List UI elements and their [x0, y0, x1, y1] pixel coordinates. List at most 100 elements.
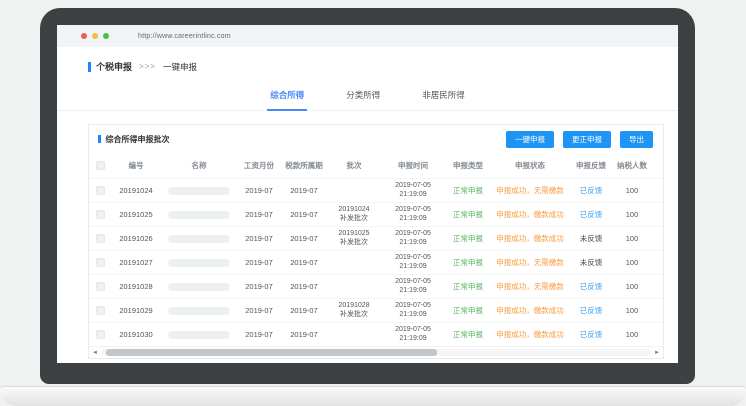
one-click-declare-button[interactable]: 一键申报 — [506, 131, 554, 148]
cell-taxpayers: 100 — [613, 234, 651, 243]
row-checkbox[interactable] — [96, 234, 105, 243]
cell-name — [161, 307, 237, 315]
cell-declare-type: 正常申报 — [445, 258, 491, 267]
table-row: 201910262019-072019-0720191025 补发批次2019-… — [89, 226, 663, 250]
cell-declare-time: 2019-07-05 21:19:09 — [381, 230, 445, 248]
tab-nonresident-income[interactable]: 非居民所得 — [419, 81, 468, 111]
breadcrumb-current: 一键申报 — [163, 61, 197, 73]
page-title: 个税申报 — [96, 60, 132, 73]
cell-clipped: 11 — [651, 234, 663, 243]
tab-classified-income[interactable]: 分类所得 — [343, 81, 383, 111]
cell-declare-time: 2019-07-05 21:19:09 — [381, 206, 445, 224]
table-row: 201910302019-072019-072019-07-05 21:19:0… — [89, 322, 663, 346]
cell-id: 20191029 — [111, 306, 161, 315]
col-header-name: 名称 — [161, 161, 237, 170]
table-header-row: 编号名称工资月份税款所属期批次申报时间申报类型申报状态申报反馈纳税人数 — [89, 153, 663, 178]
cell-salary-month: 2019-07 — [237, 234, 281, 243]
scrollbar-track[interactable] — [101, 349, 651, 356]
name-placeholder — [168, 283, 230, 291]
cell-declare-time: 2019-07-05 21:19:09 — [381, 302, 445, 320]
cell-declare-time: 2019-07-05 21:19:09 — [381, 254, 445, 272]
cell-name — [161, 331, 237, 339]
name-placeholder — [168, 331, 230, 339]
cell-id: 20191026 — [111, 234, 161, 243]
cell-taxpayers: 100 — [613, 330, 651, 339]
cell-clipped: 11 — [651, 258, 663, 267]
cell-taxpayers: 100 — [613, 258, 651, 267]
col-header-declare-status: 申报状态 — [491, 161, 569, 170]
cell-declare-status: 申报成功，缴款成功 — [491, 330, 569, 339]
col-header-batch: 批次 — [327, 161, 381, 170]
table-row: 201910252019-072019-0720191024 补发批次2019-… — [89, 202, 663, 226]
batch-panel: 综合所得申报批次 一键申报更正申报导出 编号名称工资月份税款所属期批次申报时间申… — [88, 124, 664, 359]
row-checkbox[interactable] — [96, 186, 105, 195]
cell-declare-type: 正常申报 — [445, 306, 491, 315]
cell-declare-type: 正常申报 — [445, 186, 491, 195]
table-row: 201910242019-072019-072019-07-05 21:19:0… — [89, 178, 663, 202]
cell-select — [89, 258, 111, 267]
select-all-checkbox[interactable] — [96, 161, 105, 170]
scroll-right-arrow-icon[interactable]: ► — [653, 350, 661, 356]
name-placeholder — [168, 307, 230, 315]
scroll-left-arrow-icon[interactable]: ◄ — [91, 350, 99, 356]
cell-name — [161, 211, 237, 219]
name-placeholder — [168, 187, 230, 195]
cell-batch: 20191025 补发批次 — [327, 230, 381, 248]
laptop-base — [0, 387, 746, 406]
url-text[interactable]: http://www.careerintlinc.com — [138, 33, 231, 40]
col-header-id: 编号 — [111, 161, 161, 170]
cell-taxpayers: 100 — [613, 186, 651, 195]
cell-tax-period: 2019-07 — [281, 330, 327, 339]
cell-tax-period: 2019-07 — [281, 234, 327, 243]
col-header-declare-type: 申报类型 — [445, 161, 491, 170]
window-close-dot[interactable] — [81, 33, 87, 39]
row-checkbox[interactable] — [96, 306, 105, 315]
cell-declare-status: 申报成功，缴款成功 — [491, 234, 569, 243]
batch-table: 编号名称工资月份税款所属期批次申报时间申报类型申报状态申报反馈纳税人数20191… — [89, 153, 663, 346]
cell-declare-status: 申报成功，无需缴款 — [491, 258, 569, 267]
scrollbar-thumb[interactable] — [106, 349, 436, 356]
table-row: 20191027 2019-072019-07 2019-07-05 21:19:0… — [89, 250, 663, 274]
row-checkbox[interactable] — [96, 330, 105, 339]
cell-declare-status: 申报成功，无需缴款 — [491, 186, 569, 195]
cell-clipped: 11 — [651, 210, 663, 219]
name-placeholder — [168, 259, 230, 267]
cell-select — [89, 234, 111, 243]
cell-select — [89, 186, 111, 195]
table-row: 201910292019-072019-0720191028 补发批次2019-… — [89, 298, 663, 322]
correct-declare-button[interactable]: 更正申报 — [563, 131, 611, 148]
cell-declare-status: 申报成功，无需缴款 — [491, 282, 569, 291]
cell-declare-status: 申报成功，缴款成功 — [491, 306, 569, 315]
col-header-taxpayers: 纳税人数 — [613, 161, 651, 170]
browser-titlebar: http://www.careerintlinc.com — [57, 25, 678, 47]
col-header-declare-time: 申报时间 — [381, 161, 445, 170]
horizontal-scrollbar: ◄ ► — [89, 346, 663, 358]
page-background: http://www.careerintlinc.com 个税申报 >>> 一键… — [0, 0, 746, 406]
cell-clipped: 11 — [651, 306, 663, 315]
row-checkbox[interactable] — [96, 282, 105, 291]
cell-declare-type: 正常申报 — [445, 210, 491, 219]
row-checkbox[interactable] — [96, 210, 105, 219]
window-zoom-dot[interactable] — [103, 33, 109, 39]
tab-comprehensive-income[interactable]: 综合所得 — [267, 81, 307, 111]
breadcrumb-separator: >>> — [139, 62, 156, 71]
cell-tax-period: 2019-07 — [281, 258, 327, 267]
cell-id: 20191027 — [111, 258, 161, 267]
col-header-feedback: 申报反馈 — [569, 161, 613, 170]
col-header-salary-month: 工资月份 — [237, 161, 281, 170]
cell-salary-month: 2019-07 — [237, 258, 281, 267]
laptop-screen: http://www.careerintlinc.com 个税申报 >>> 一键… — [57, 25, 678, 363]
cell-feedback: 已反馈 — [569, 306, 613, 315]
row-checkbox[interactable] — [96, 258, 105, 267]
export-button[interactable]: 导出 — [620, 131, 653, 148]
cell-taxpayers: 100 — [613, 282, 651, 291]
cell-feedback: 已反馈 — [569, 282, 613, 291]
cell-declare-time: 2019-07-05 21:19:09 — [381, 182, 445, 200]
cell-feedback: 未反馈 — [569, 258, 613, 267]
cell-clipped: 11 — [651, 186, 663, 195]
cell-id: 20191028 — [111, 282, 161, 291]
window-minimize-dot[interactable] — [92, 33, 98, 39]
cell-feedback: 未反馈 — [569, 234, 613, 243]
cell-name — [161, 259, 237, 267]
cell-feedback: 已反馈 — [569, 210, 613, 219]
